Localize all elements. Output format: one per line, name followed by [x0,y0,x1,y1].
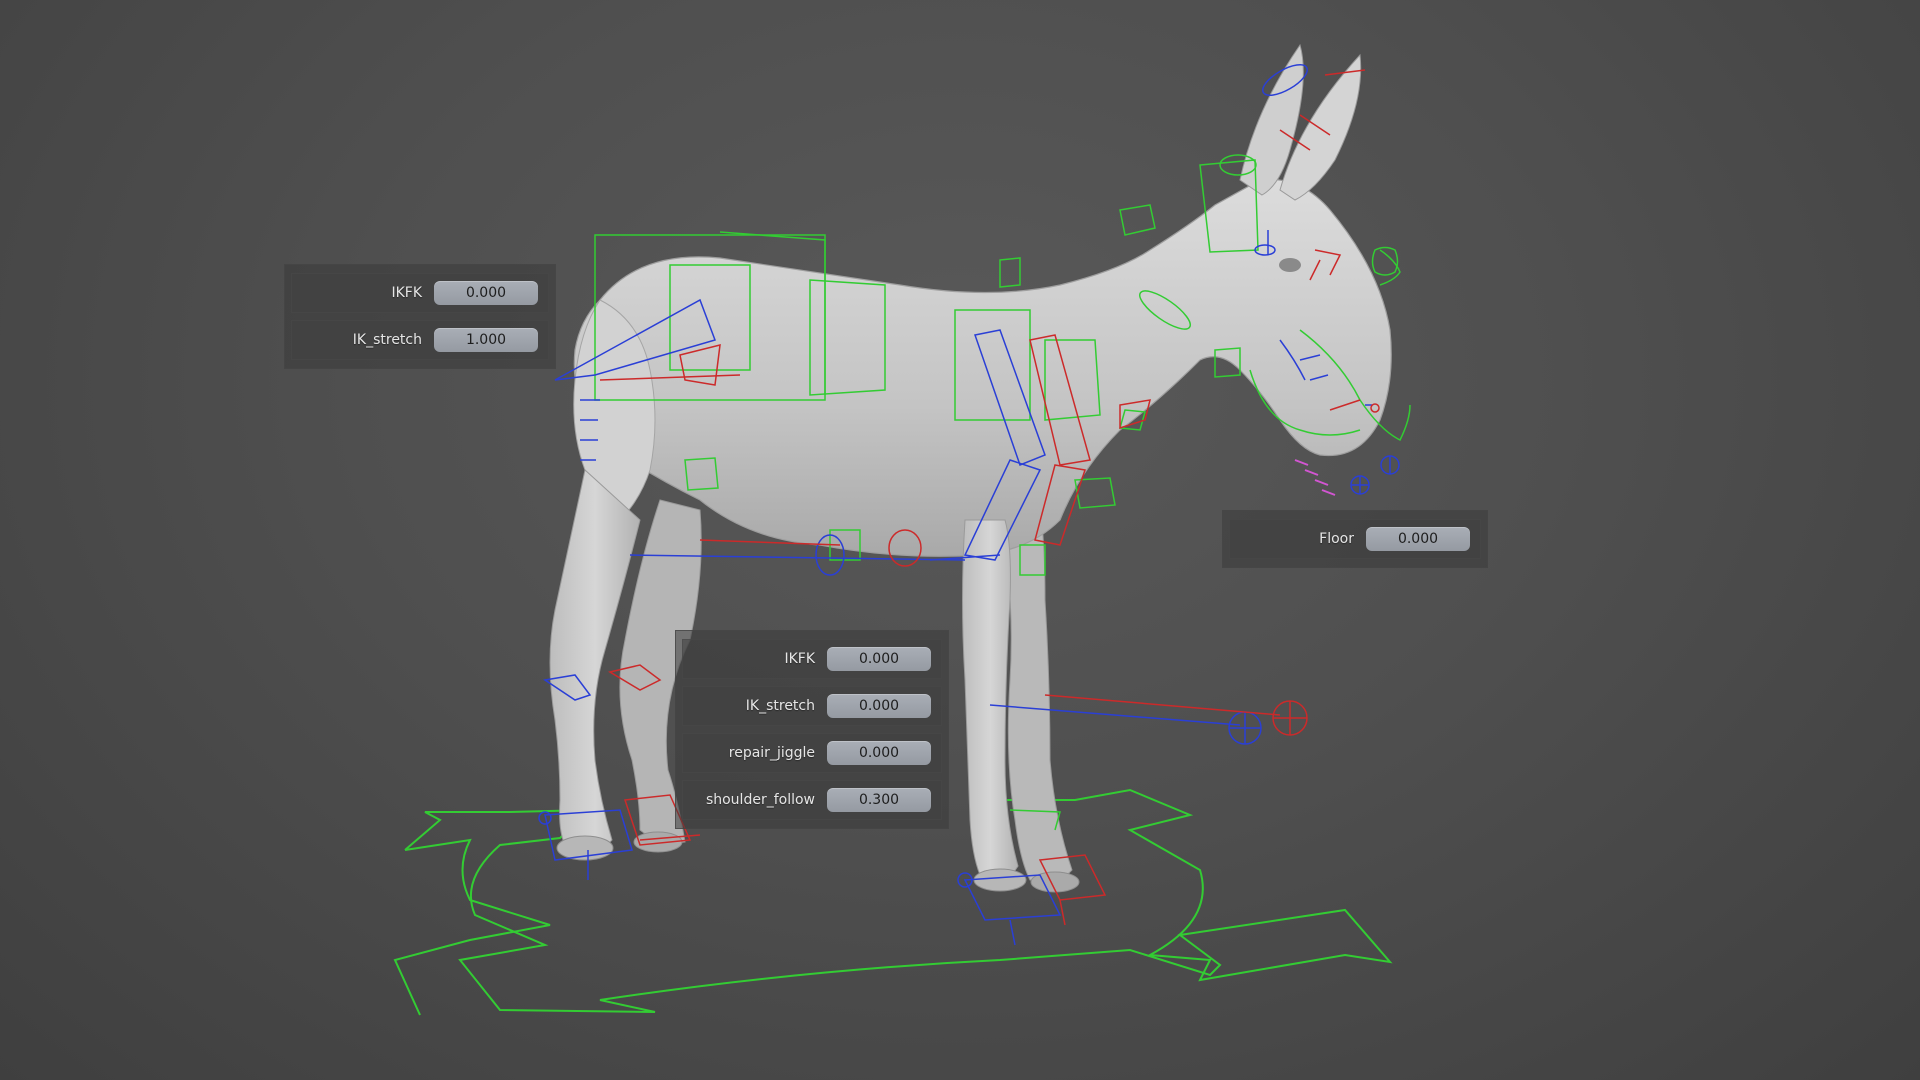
floor-value-field[interactable]: 0.000 [1366,527,1470,551]
shoulder-follow-value-field[interactable]: 0.300 [827,788,931,812]
property-row-ikfk: IKFK 0.000 [682,639,942,679]
ikfk-value-field[interactable]: 0.000 [827,647,931,671]
property-row-ik-stretch: IK_stretch 1.000 [291,320,549,360]
arm-properties-panel: IKFK 0.000 IK_stretch 1.000 [284,264,556,369]
leg-properties-panel: IKFK 0.000 IK_stretch 0.000 repair_jiggl… [675,630,949,829]
property-label: IK_stretch [352,332,422,348]
property-label: IKFK [391,285,422,301]
ik-stretch-value-field[interactable]: 0.000 [827,694,931,718]
property-row-repair-jiggle: repair_jiggle 0.000 [682,733,942,773]
property-row-ik-stretch: IK_stretch 0.000 [682,686,942,726]
property-label: shoulder_follow [705,792,815,808]
donkey-rig-scene[interactable] [0,0,1920,1080]
property-row-ikfk: IKFK 0.000 [291,273,549,313]
ik-stretch-value-field[interactable]: 1.000 [434,328,538,352]
ikfk-value-field[interactable]: 0.000 [434,281,538,305]
property-label: repair_jiggle [728,745,815,761]
floor-properties-panel: Floor 0.000 [1222,510,1488,568]
property-row-floor: Floor 0.000 [1229,519,1481,559]
repair-jiggle-value-field[interactable]: 0.000 [827,741,931,765]
property-row-shoulder-follow: shoulder_follow 0.300 [682,780,942,820]
property-label: Floor [1319,531,1354,547]
3d-viewport[interactable]: IKFK 0.000 IK_stretch 1.000 Floor 0.000 … [0,0,1920,1080]
property-label: IKFK [784,651,815,667]
property-label: IK_stretch [745,698,815,714]
controls-magenta [1294,459,1336,496]
